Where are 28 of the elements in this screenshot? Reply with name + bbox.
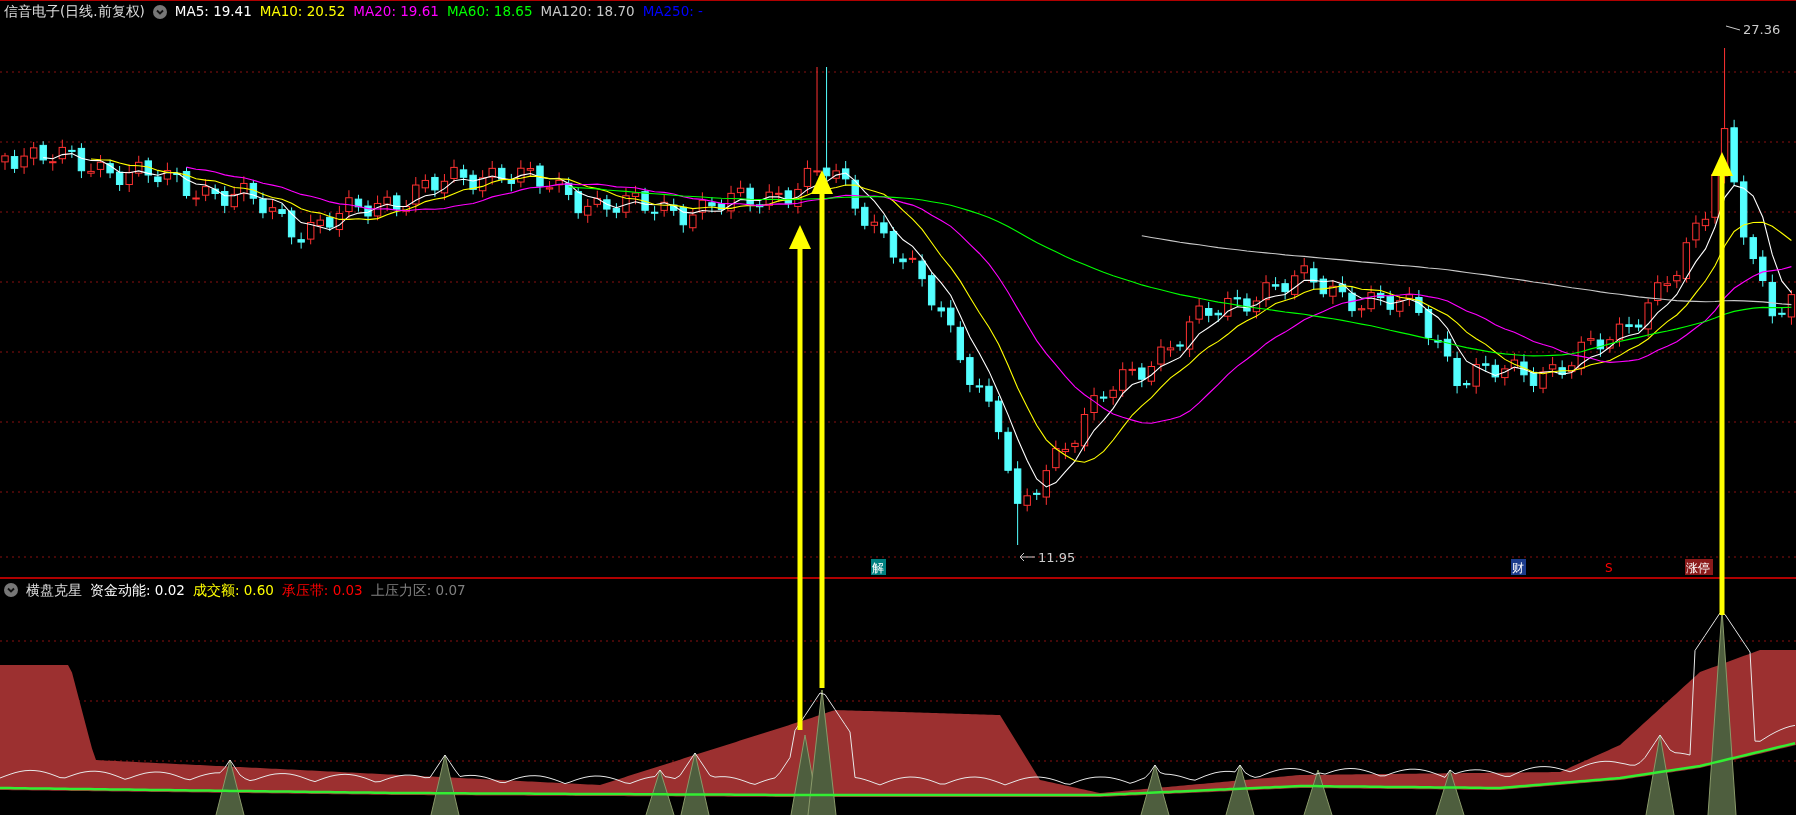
indicator-value: 资金动能: 0.02 — [90, 580, 185, 600]
volume-peak — [680, 752, 710, 815]
indicator-title: 横盘克星 — [26, 580, 82, 600]
moving-average-value: MA250: - — [642, 2, 703, 22]
volume-peak — [1140, 764, 1170, 815]
dropdown-icon[interactable] — [152, 4, 167, 19]
moving-average-value: MA10: 20.52 — [259, 2, 346, 22]
event-tag[interactable]: 财 — [1511, 559, 1526, 575]
indicator-value: 承压带: 0.03 — [281, 580, 363, 600]
chart-title: 信音电子(日线.前复权) — [4, 2, 145, 22]
low-price-label: 11.95 — [1019, 550, 1076, 565]
dropdown-icon[interactable] — [4, 583, 18, 597]
moving-average-value: MA60: 18.65 — [446, 2, 533, 22]
volume-peak — [645, 769, 675, 815]
event-tag[interactable]: S — [1605, 561, 1613, 575]
volume-peak — [1225, 764, 1255, 815]
moving-average-value: MA20: 19.61 — [353, 2, 439, 22]
moving-average-value: MA5: 19.41 — [174, 2, 252, 22]
indicator-value: 成交额: 0.60 — [192, 580, 274, 600]
event-tag[interactable]: 解 — [871, 559, 886, 575]
event-tag[interactable]: 涨停 — [1685, 559, 1713, 575]
high-price-label: 27.36 — [1725, 22, 1781, 37]
indicator-value: 上压力区: 0.07 — [370, 580, 466, 600]
volume-peak — [1435, 769, 1465, 815]
volume-peak — [1303, 769, 1333, 815]
volume-peak — [430, 754, 460, 815]
moving-average-value: MA120: 18.70 — [540, 2, 635, 22]
volume-peak — [215, 759, 245, 815]
